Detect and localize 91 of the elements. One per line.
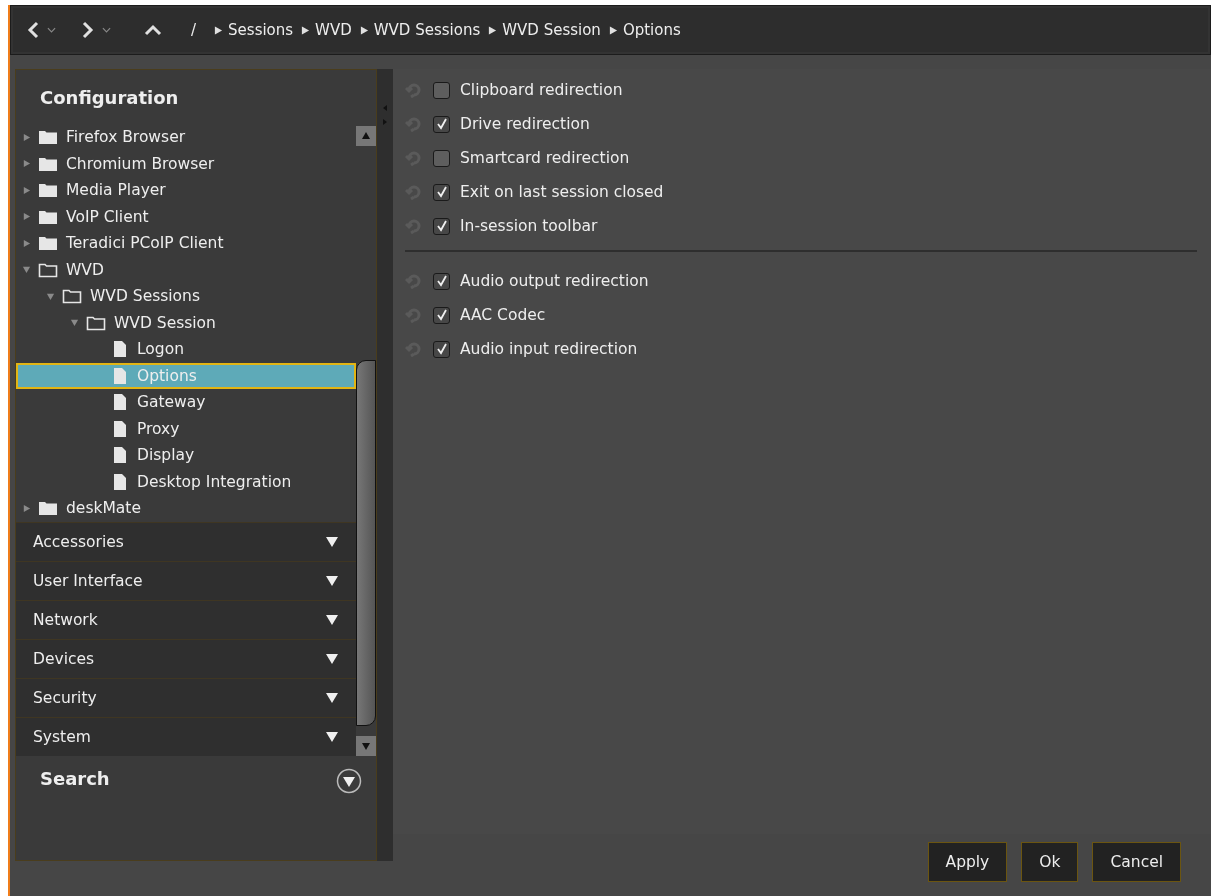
folder-outline-icon <box>62 288 82 305</box>
option-label[interactable]: Audio input redirection <box>460 340 638 358</box>
tree-item[interactable]: WVD Sessions <box>16 283 356 310</box>
option-label[interactable]: Smartcard redirection <box>460 149 630 167</box>
option-label[interactable]: In-session toolbar <box>460 217 598 235</box>
breadcrumb-item[interactable]: WVD Sessions <box>373 21 481 39</box>
breadcrumb-arrow-icon <box>359 25 369 35</box>
document-icon <box>113 340 127 359</box>
tree-item[interactable]: Media Player <box>16 177 356 204</box>
search-section-label: Search <box>40 767 110 789</box>
expanded-arrow-icon[interactable] <box>22 265 31 275</box>
tree-item[interactable]: Desktop Integration <box>16 468 356 495</box>
expand-triangle-icon <box>326 575 338 586</box>
expand-circle-icon[interactable] <box>336 767 362 794</box>
dialog-button[interactable]: Ok <box>1021 842 1079 882</box>
tree-item[interactable]: Proxy <box>16 415 356 442</box>
tree-item[interactable]: Gateway <box>16 389 356 416</box>
tree-item[interactable]: Display <box>16 442 356 469</box>
breadcrumb-arrow-icon <box>301 25 311 35</box>
tree-item[interactable]: WVD Session <box>16 309 356 336</box>
expand-triangle-icon <box>326 653 338 664</box>
option-label[interactable]: Audio output redirection <box>460 272 649 290</box>
scrollbar[interactable] <box>356 126 376 756</box>
option-label[interactable]: Clipboard redirection <box>460 81 623 99</box>
checkbox[interactable] <box>433 149 450 167</box>
breadcrumb-item[interactable]: Sessions <box>228 21 294 39</box>
tree-item[interactable]: Teradici PCoIP Client <box>16 230 356 257</box>
expanded-arrow-icon[interactable] <box>46 291 55 301</box>
breadcrumb-item[interactable]: Options <box>622 21 681 39</box>
checkbox[interactable] <box>433 115 450 133</box>
scroll-down-icon[interactable] <box>356 735 376 756</box>
tree-item[interactable]: Logon <box>16 336 356 363</box>
collapsed-arrow-icon[interactable] <box>22 185 31 195</box>
section-header[interactable]: Network <box>16 599 356 639</box>
collapsed-arrow-icon[interactable] <box>22 212 31 222</box>
folder-outline-icon <box>38 261 58 278</box>
up-icon[interactable] <box>143 22 163 38</box>
folder-icon <box>38 500 58 517</box>
checkbox[interactable] <box>433 272 450 290</box>
expand-triangle-icon <box>326 536 338 547</box>
checkbox[interactable] <box>433 81 450 99</box>
document-icon <box>113 446 127 465</box>
tree-item[interactable]: VoIP Client <box>16 203 356 230</box>
collapsed-arrow-icon[interactable] <box>22 238 31 248</box>
checkbox[interactable] <box>433 306 450 324</box>
section-header[interactable]: Security <box>16 677 356 717</box>
collapsed-arrow-icon[interactable] <box>22 159 31 169</box>
scroll-up-icon[interactable] <box>356 126 376 146</box>
document-icon <box>113 472 127 491</box>
folder-icon <box>38 208 58 225</box>
folder-icon <box>38 182 58 199</box>
document-icon <box>113 419 127 438</box>
sidebar-title: Configuration <box>39 86 180 110</box>
dialog-button[interactable]: Apply <box>927 842 1008 882</box>
checkbox[interactable] <box>433 340 450 358</box>
forward-icon[interactable] <box>80 20 96 40</box>
section-header[interactable]: Devices <box>16 638 356 678</box>
expand-triangle-icon <box>326 614 338 625</box>
dropdown-caret-icon[interactable] <box>102 27 111 33</box>
breadcrumb-item[interactable]: WVD Session <box>502 21 601 39</box>
breadcrumb-root[interactable]: / <box>191 21 197 39</box>
tree-item[interactable]: deskMate <box>16 495 356 522</box>
section-header[interactable]: Accessories <box>16 521 356 561</box>
folder-icon <box>38 129 58 146</box>
tree-item[interactable]: WVD <box>16 256 356 283</box>
option-label[interactable]: AAC Codec <box>460 306 546 324</box>
dropdown-caret-icon[interactable] <box>47 27 56 33</box>
breadcrumb-arrow-icon <box>214 25 224 35</box>
collapsed-arrow-icon[interactable] <box>22 132 31 142</box>
folder-icon <box>38 235 58 252</box>
document-icon <box>113 366 127 385</box>
tree-item[interactable]: Firefox Browser <box>16 124 356 151</box>
folder-outline-icon <box>86 314 106 331</box>
dialog-button[interactable]: Cancel <box>1092 842 1181 882</box>
collapsed-arrow-icon[interactable] <box>22 503 31 513</box>
breadcrumb-arrow-icon <box>488 25 498 35</box>
checkbox[interactable] <box>433 217 450 235</box>
tree-item[interactable]: Chromium Browser <box>16 150 356 177</box>
option-label[interactable]: Drive redirection <box>460 115 590 133</box>
breadcrumb-arrow-icon <box>608 25 618 35</box>
option-label[interactable]: Exit on last session closed <box>460 183 664 201</box>
folder-icon <box>38 155 58 172</box>
document-icon <box>113 393 127 412</box>
section-header[interactable]: User Interface <box>16 560 356 600</box>
checkbox[interactable] <box>433 183 450 201</box>
expanded-arrow-icon[interactable] <box>70 318 79 328</box>
section-header[interactable]: System <box>16 716 356 756</box>
expand-triangle-icon <box>326 692 338 703</box>
breadcrumb-item[interactable]: WVD <box>315 21 352 39</box>
expand-triangle-icon <box>326 731 338 742</box>
back-icon[interactable] <box>25 20 41 40</box>
